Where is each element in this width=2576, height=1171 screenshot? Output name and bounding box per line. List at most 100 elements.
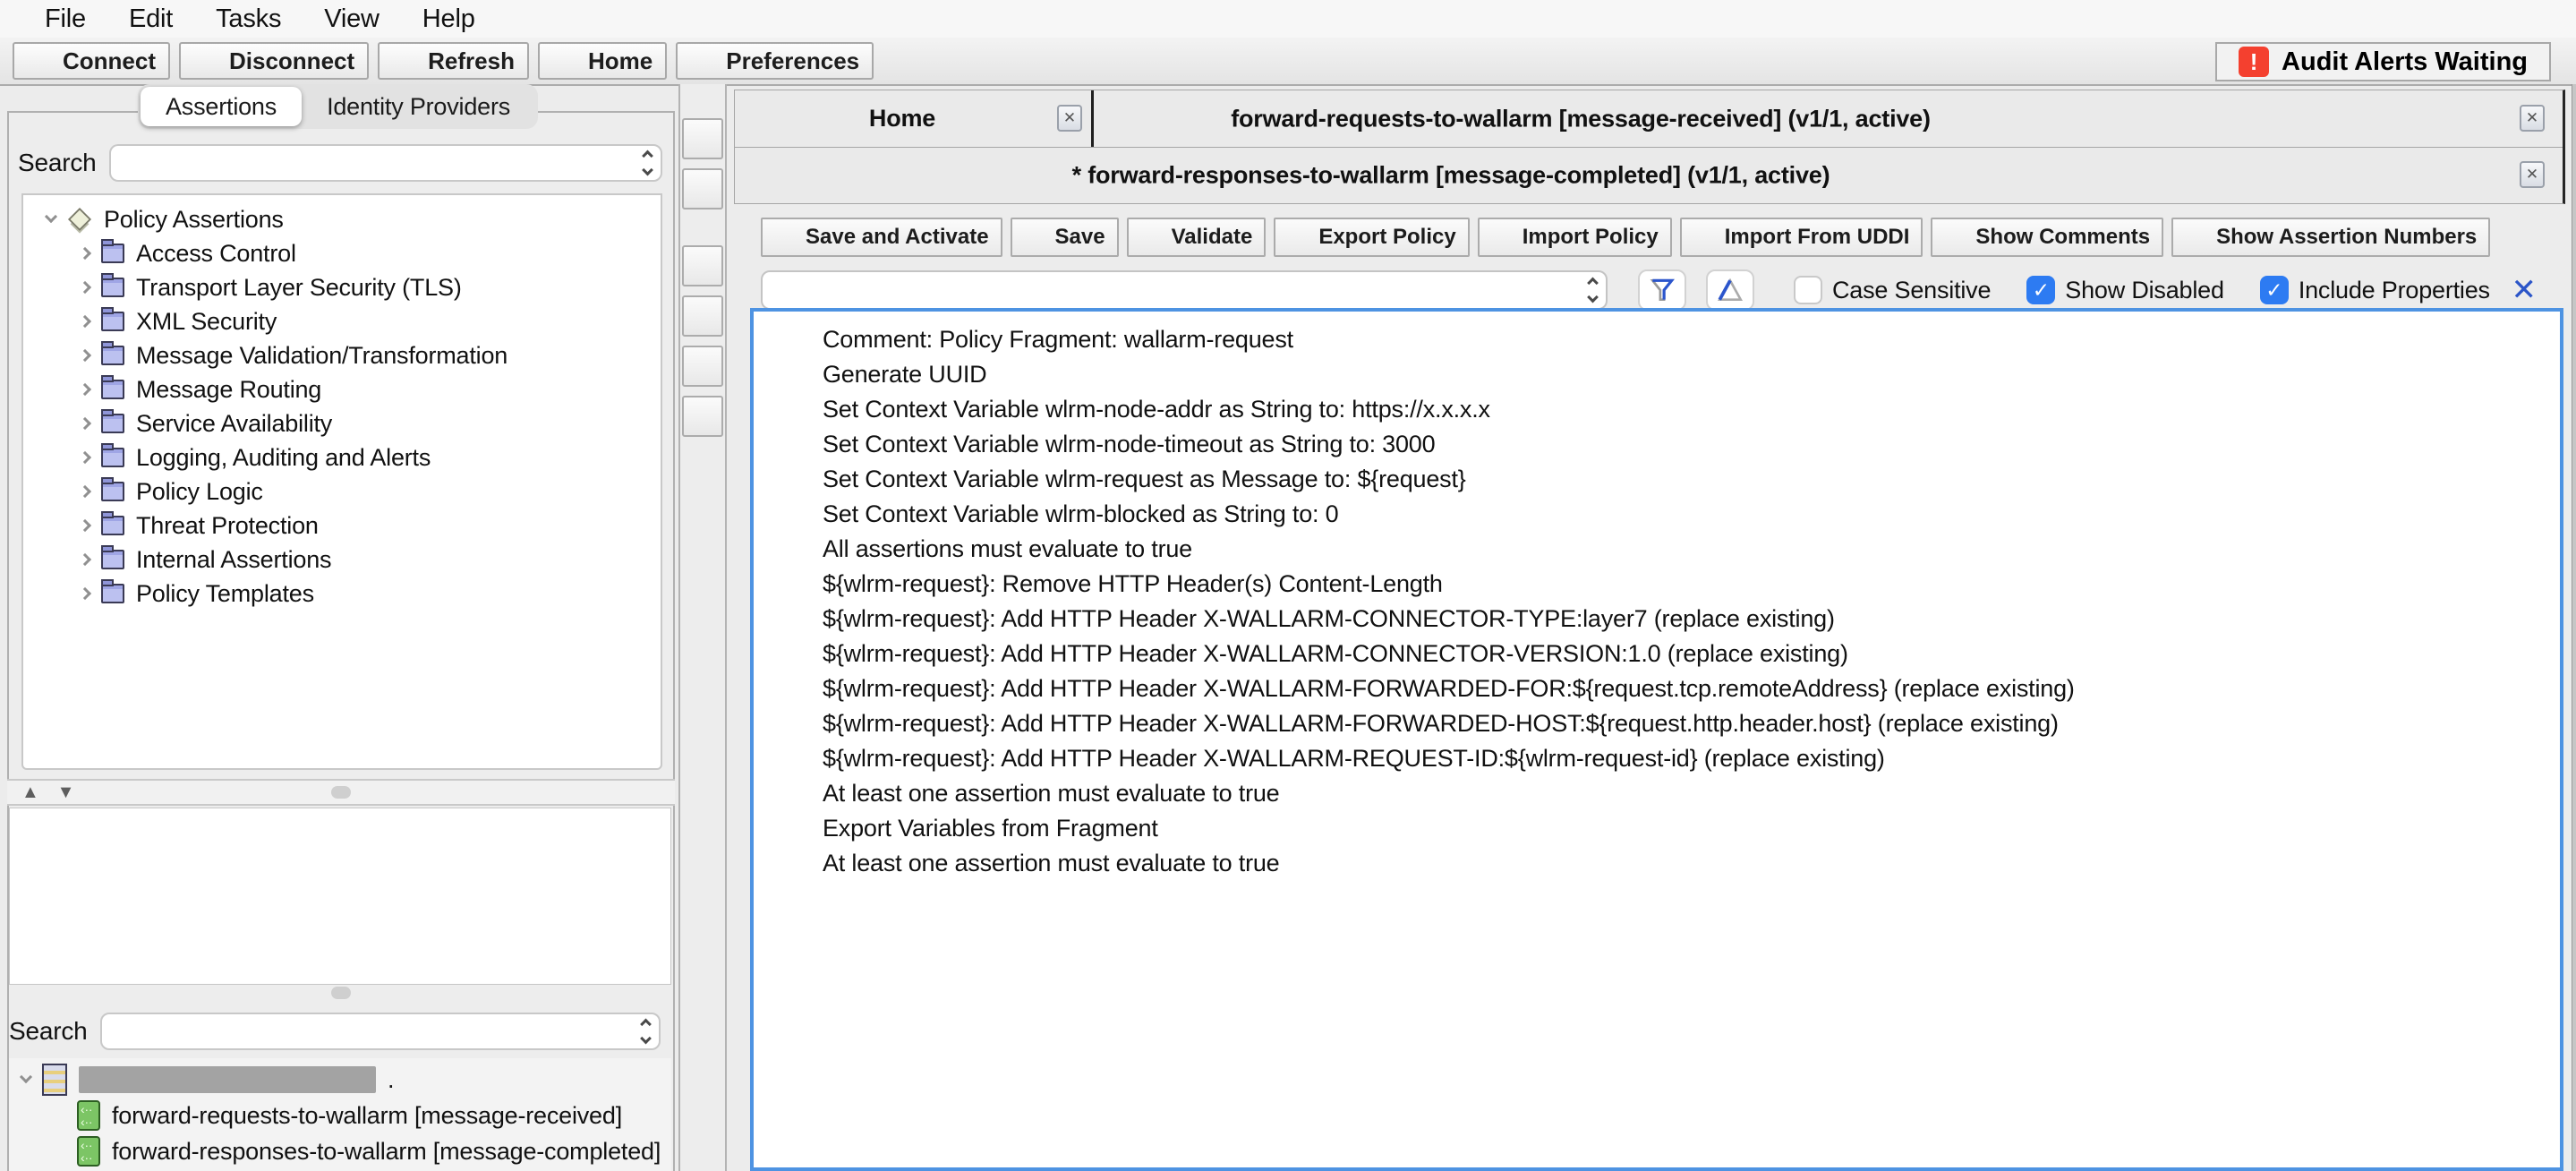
- gateway-root-row[interactable]: .: [9, 1062, 671, 1098]
- disable-assertion-button[interactable]: [682, 396, 723, 437]
- policy-assertion-row[interactable]: At least one assertion must evaluate to …: [754, 846, 2560, 881]
- assertion-category-row[interactable]: Threat Protection: [23, 509, 661, 543]
- assertion-category-row[interactable]: Policy Logic: [23, 474, 661, 509]
- chevron-right-icon[interactable]: [79, 417, 91, 430]
- assertion-search-input[interactable]: [120, 148, 625, 178]
- show-assertion-numbers-button[interactable]: Show Assertion Numbers: [2171, 218, 2490, 257]
- policy-assertion-row[interactable]: All assertions must evaluate to true: [754, 532, 2560, 567]
- expand-collapse-button[interactable]: [682, 168, 723, 209]
- chevron-right-icon[interactable]: [79, 451, 91, 464]
- assertion-category-row[interactable]: Transport Layer Security (TLS): [23, 270, 661, 304]
- policy-fragment-row[interactable]: forward-responses-to-wallarm [message-co…: [9, 1133, 671, 1169]
- policy-assertion-row[interactable]: Comment: Policy Fragment: wallarm-reques…: [754, 322, 2560, 357]
- menu-item[interactable]: Edit: [107, 4, 194, 34]
- assertion-palette-tree: Policy Assertions Access Control Transpo…: [21, 193, 662, 770]
- collapse-down-icon[interactable]: ▼: [57, 782, 75, 803]
- policy-assertion-row[interactable]: Set Context Variable wlrm-blocked as Str…: [754, 497, 2560, 532]
- validate-button[interactable]: Validate: [1127, 218, 1267, 257]
- assertion-category-row[interactable]: Policy Templates: [23, 577, 661, 611]
- policy-assertion-row[interactable]: Set Context Variable wlrm-node-timeout a…: [754, 427, 2560, 462]
- policy-assertion-row[interactable]: Export Variables from Fragment: [754, 811, 2560, 846]
- menu-item[interactable]: File: [23, 4, 107, 34]
- assertion-category-row[interactable]: Logging, Auditing and Alerts: [23, 440, 661, 474]
- import-from-uddi-button[interactable]: Import From UDDI: [1680, 218, 1923, 257]
- connect-button[interactable]: Connect: [13, 42, 170, 80]
- menu-item[interactable]: Tasks: [194, 4, 303, 34]
- tab-assertions[interactable]: Assertions: [141, 87, 302, 126]
- policy-assertion-row[interactable]: ${wlrm-request}: Add HTTP Header X-WALLA…: [754, 706, 2560, 741]
- spinner-icon[interactable]: [1589, 279, 1597, 302]
- chevron-down-icon[interactable]: [20, 1071, 32, 1083]
- policy-assertion-row[interactable]: Set Context Variable wlrm-request as Mes…: [754, 462, 2560, 497]
- chevron-right-icon[interactable]: [79, 587, 91, 600]
- save-button[interactable]: Save: [1011, 218, 1119, 257]
- tree-root-policy-assertions[interactable]: Policy Assertions: [23, 202, 661, 236]
- clear-search-button[interactable]: ✕: [2512, 272, 2538, 308]
- case-sensitive-checkbox[interactable]: Case Sensitive: [1794, 276, 1991, 304]
- add-assertion-button[interactable]: [682, 118, 723, 159]
- assertion-category-row[interactable]: XML Security: [23, 304, 661, 338]
- show-disabled-checkbox[interactable]: Show Disabled: [2026, 276, 2224, 304]
- assertion-category-row[interactable]: Service Availability: [23, 406, 661, 440]
- delete-assertion-button[interactable]: [682, 346, 723, 387]
- assertion-search-field: [109, 144, 662, 182]
- home-button[interactable]: Home: [538, 42, 667, 80]
- panel-splitter[interactable]: ▲ ▼: [7, 779, 675, 806]
- close-tab-button[interactable]: [2520, 105, 2545, 132]
- refresh-button[interactable]: Refresh: [378, 42, 529, 80]
- include-properties-checkbox[interactable]: Include Properties: [2260, 276, 2490, 304]
- close-tab-button[interactable]: [2520, 161, 2545, 188]
- assertion-category-row[interactable]: Internal Assertions: [23, 543, 661, 577]
- chevron-right-icon[interactable]: [79, 519, 91, 532]
- service-search-input[interactable]: [111, 1016, 623, 1047]
- chevron-right-icon[interactable]: [79, 485, 91, 498]
- import-policy-button[interactable]: Import Policy: [1478, 218, 1672, 257]
- filter-highlight-button[interactable]: [1706, 269, 1754, 311]
- preferences-button[interactable]: Preferences: [676, 42, 874, 80]
- policy-assertion-row[interactable]: ${wlrm-request}: Add HTTP Header X-WALLA…: [754, 637, 2560, 671]
- chevron-right-icon[interactable]: [79, 281, 91, 294]
- move-assertion-up-button[interactable]: [682, 245, 723, 286]
- checkbox-icon[interactable]: [2260, 276, 2289, 304]
- close-tab-button[interactable]: [1057, 105, 1082, 132]
- move-assertion-down-button[interactable]: [682, 295, 723, 337]
- policy-search-input[interactable]: [772, 274, 1570, 306]
- panel-splitter[interactable]: [7, 987, 675, 1010]
- assertion-category-row[interactable]: Message Routing: [23, 372, 661, 406]
- chevron-right-icon[interactable]: [79, 349, 91, 362]
- splitter-handle[interactable]: [331, 786, 351, 799]
- checkbox-icon[interactable]: [2026, 276, 2055, 304]
- chevron-down-icon[interactable]: [45, 210, 57, 223]
- checkbox-icon[interactable]: [1794, 276, 1822, 304]
- disconnect-button[interactable]: Disconnect: [179, 42, 369, 80]
- assertion-category-row[interactable]: Access Control: [23, 236, 661, 270]
- tab-home[interactable]: Home: [760, 90, 1089, 147]
- chevron-right-icon[interactable]: [79, 383, 91, 396]
- tab-forward-requests[interactable]: forward-requests-to-wallarm [message-rec…: [1231, 105, 1931, 132]
- audit-alerts-button[interactable]: Audit Alerts Waiting: [2215, 42, 2551, 81]
- menu-item[interactable]: Help: [401, 4, 497, 34]
- policy-assertion-row[interactable]: ${wlrm-request}: Add HTTP Header X-WALLA…: [754, 602, 2560, 637]
- tab-identity-providers[interactable]: Identity Providers: [302, 87, 535, 126]
- assertion-category-row[interactable]: Message Validation/Transformation: [23, 338, 661, 372]
- collapse-up-icon[interactable]: ▲: [21, 782, 39, 803]
- menu-item[interactable]: View: [303, 4, 401, 34]
- policy-assertion-row[interactable]: ${wlrm-request}: Add HTTP Header X-WALLA…: [754, 741, 2560, 776]
- splitter-handle[interactable]: [331, 987, 351, 999]
- policy-assertion-row[interactable]: Generate UUID: [754, 357, 2560, 392]
- export-policy-button[interactable]: Export Policy: [1274, 218, 1469, 257]
- policy-assertion-row[interactable]: ${wlrm-request}: Remove HTTP Header(s) C…: [754, 567, 2560, 602]
- chevron-right-icon[interactable]: [79, 553, 91, 566]
- show-comments-button[interactable]: Show Comments: [1931, 218, 2163, 257]
- spinner-icon[interactable]: [644, 152, 652, 175]
- policy-assertion-row[interactable]: Set Context Variable wlrm-node-addr as S…: [754, 392, 2560, 427]
- save-and-activate-button[interactable]: Save and Activate: [761, 218, 1002, 257]
- policy-assertion-row[interactable]: ${wlrm-request}: Add HTTP Header X-WALLA…: [754, 671, 2560, 706]
- chevron-right-icon[interactable]: [79, 247, 91, 260]
- policy-fragment-row[interactable]: forward-requests-to-wallarm [message-rec…: [9, 1098, 671, 1133]
- spinner-icon[interactable]: [642, 1021, 650, 1043]
- filter-funnel-button[interactable]: [1638, 269, 1686, 311]
- chevron-right-icon[interactable]: [79, 315, 91, 328]
- tab-forward-responses[interactable]: * forward-responses-to-wallarm [message-…: [1072, 162, 1830, 190]
- policy-assertion-row[interactable]: At least one assertion must evaluate to …: [754, 776, 2560, 811]
